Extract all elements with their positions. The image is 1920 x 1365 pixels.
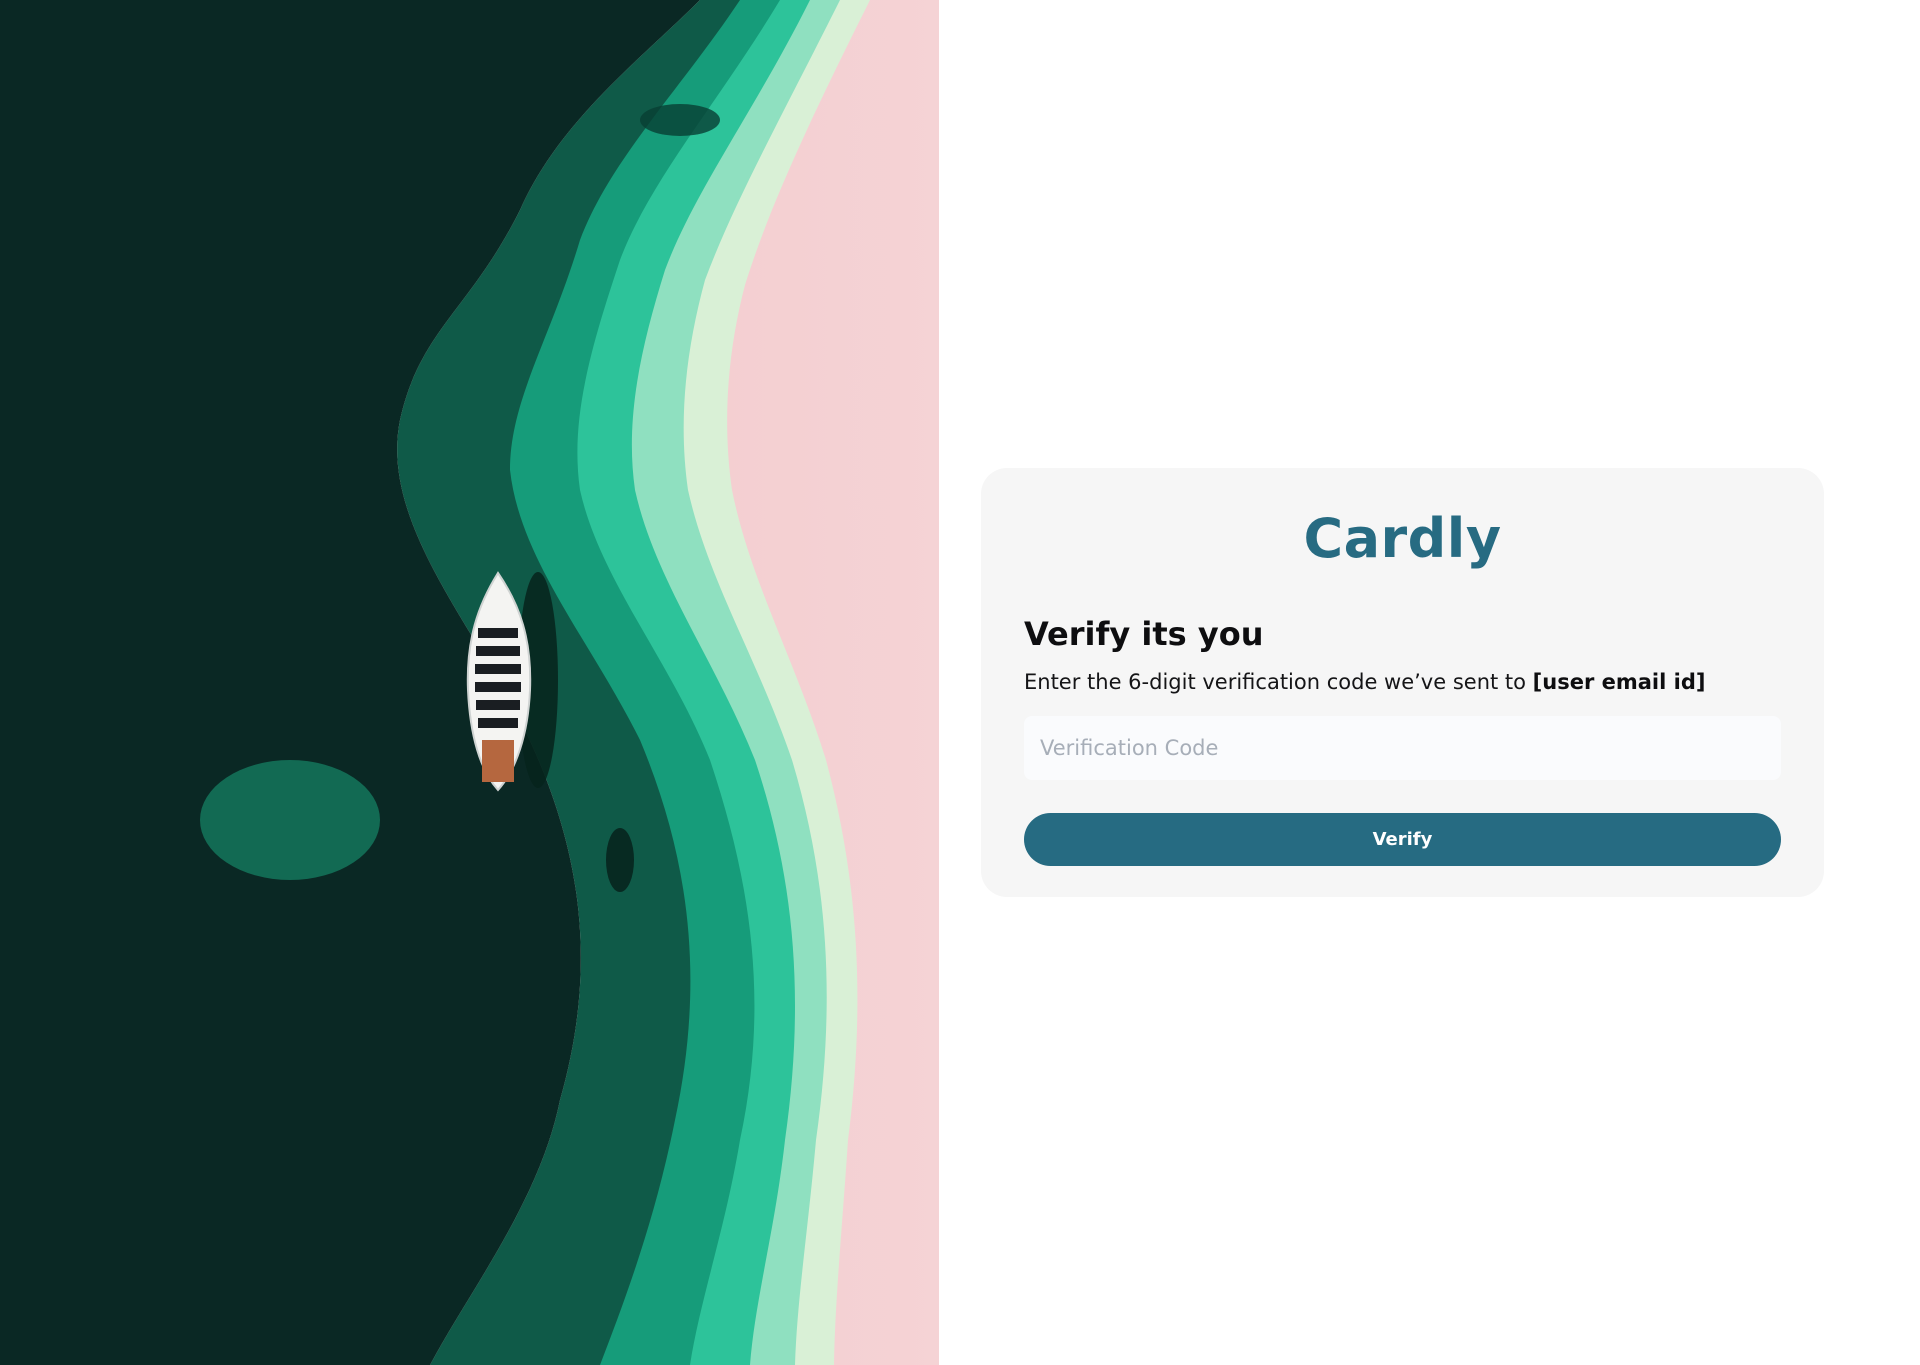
user-email: [user email id] — [1532, 670, 1706, 695]
verification-code-input[interactable] — [1024, 716, 1781, 781]
verification-instructions: Enter the 6-digit verification code we’v… — [1024, 670, 1781, 695]
page-title: Verify its you — [1024, 615, 1264, 653]
hero-image — [0, 0, 939, 1365]
verification-card: Cardly Verify its you Enter the 6-digit … — [981, 468, 1824, 897]
right-panel: Cardly Verify its you Enter the 6-digit … — [939, 0, 1920, 1365]
aerial-beach-illustration — [0, 0, 939, 1365]
instructions-text: Enter the 6-digit verification code we’v… — [1024, 670, 1533, 695]
verify-button[interactable]: Verify — [1024, 813, 1781, 867]
brand-logo: Cardly — [1303, 507, 1502, 570]
verification-page: Cardly Verify its you Enter the 6-digit … — [0, 0, 1920, 1365]
